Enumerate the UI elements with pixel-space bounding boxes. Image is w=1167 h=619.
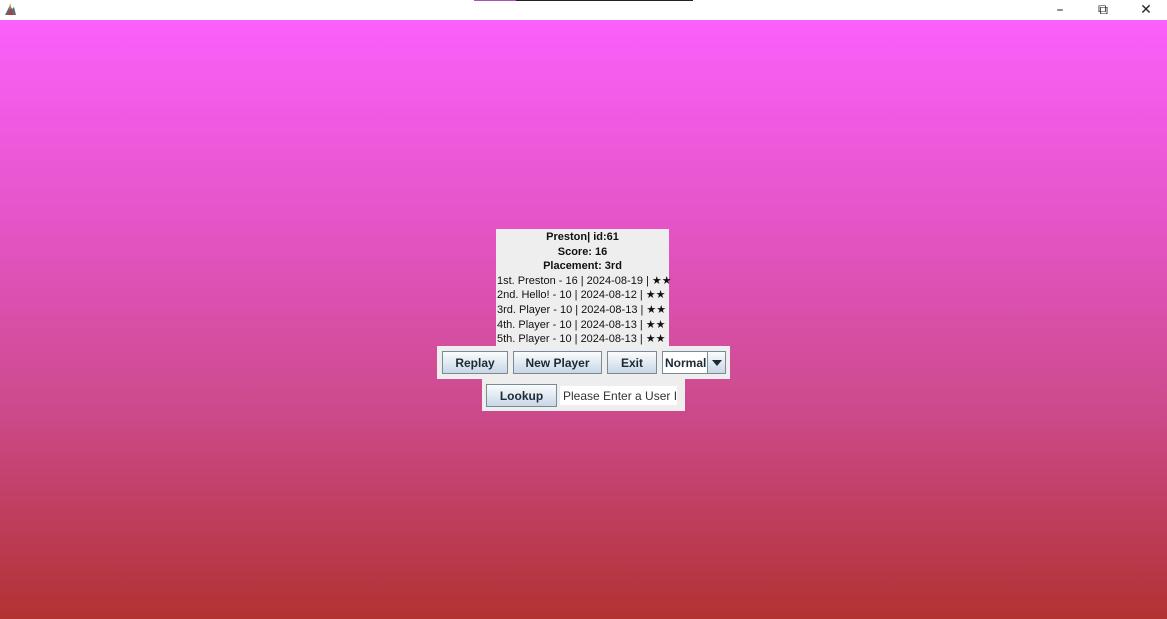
lookup-button-label: Lookup [499,388,544,403]
close-button[interactable]: ✕ [1124,0,1167,20]
minimize-button[interactable]: – [1038,0,1082,20]
difficulty-dropdown-button[interactable] [707,352,725,373]
dropdown-arrow-icon [711,359,722,366]
new-player-button[interactable]: New Player [513,351,602,374]
leaderboard-entry: 5th. Player - 10 | 2024-08-13 | ★★ [497,333,666,346]
difficulty-select[interactable]: Normal [662,351,726,374]
minimize-icon: – [1056,2,1064,18]
player-label: Preston| id:61 [546,231,619,243]
title-bar: – ⧉ ✕ [0,0,1167,20]
leaderboard-entry: 3rd. Player - 10 | 2024-08-13 | ★★ [497,303,667,316]
user-id-input[interactable] [560,386,677,405]
close-icon: ✕ [1140,2,1152,18]
replay-button[interactable]: Replay [442,351,508,374]
action-button-row: Replay New Player Exit Normal [437,346,730,379]
lookup-row: Lookup [482,379,685,411]
results-panel: Preston| id:61 Score: 16 Placement: 3rd … [496,229,672,346]
leaderboard-entry: 4th. Player - 10 | 2024-08-13 | ★★ [497,318,666,331]
title-accent-line [474,0,693,1]
difficulty-select-value: Normal [665,355,707,370]
placement-label: Placement: 3rd [543,260,622,273]
exit-button[interactable]: Exit [607,351,657,374]
restore-icon: ⧉ [1098,2,1108,18]
leaderboard-entry: 2nd. Hello! - 10 | 2024-08-12 | ★★ [497,289,666,302]
restore-button[interactable]: ⧉ [1081,0,1125,20]
score-label: Score: 16 [557,245,608,258]
lookup-button[interactable]: Lookup [486,384,557,407]
leaderboard-entry: 1st. Preston - 16 | 2024-08-19 | ★★ [497,274,672,287]
java-app-icon[interactable] [3,2,18,17]
